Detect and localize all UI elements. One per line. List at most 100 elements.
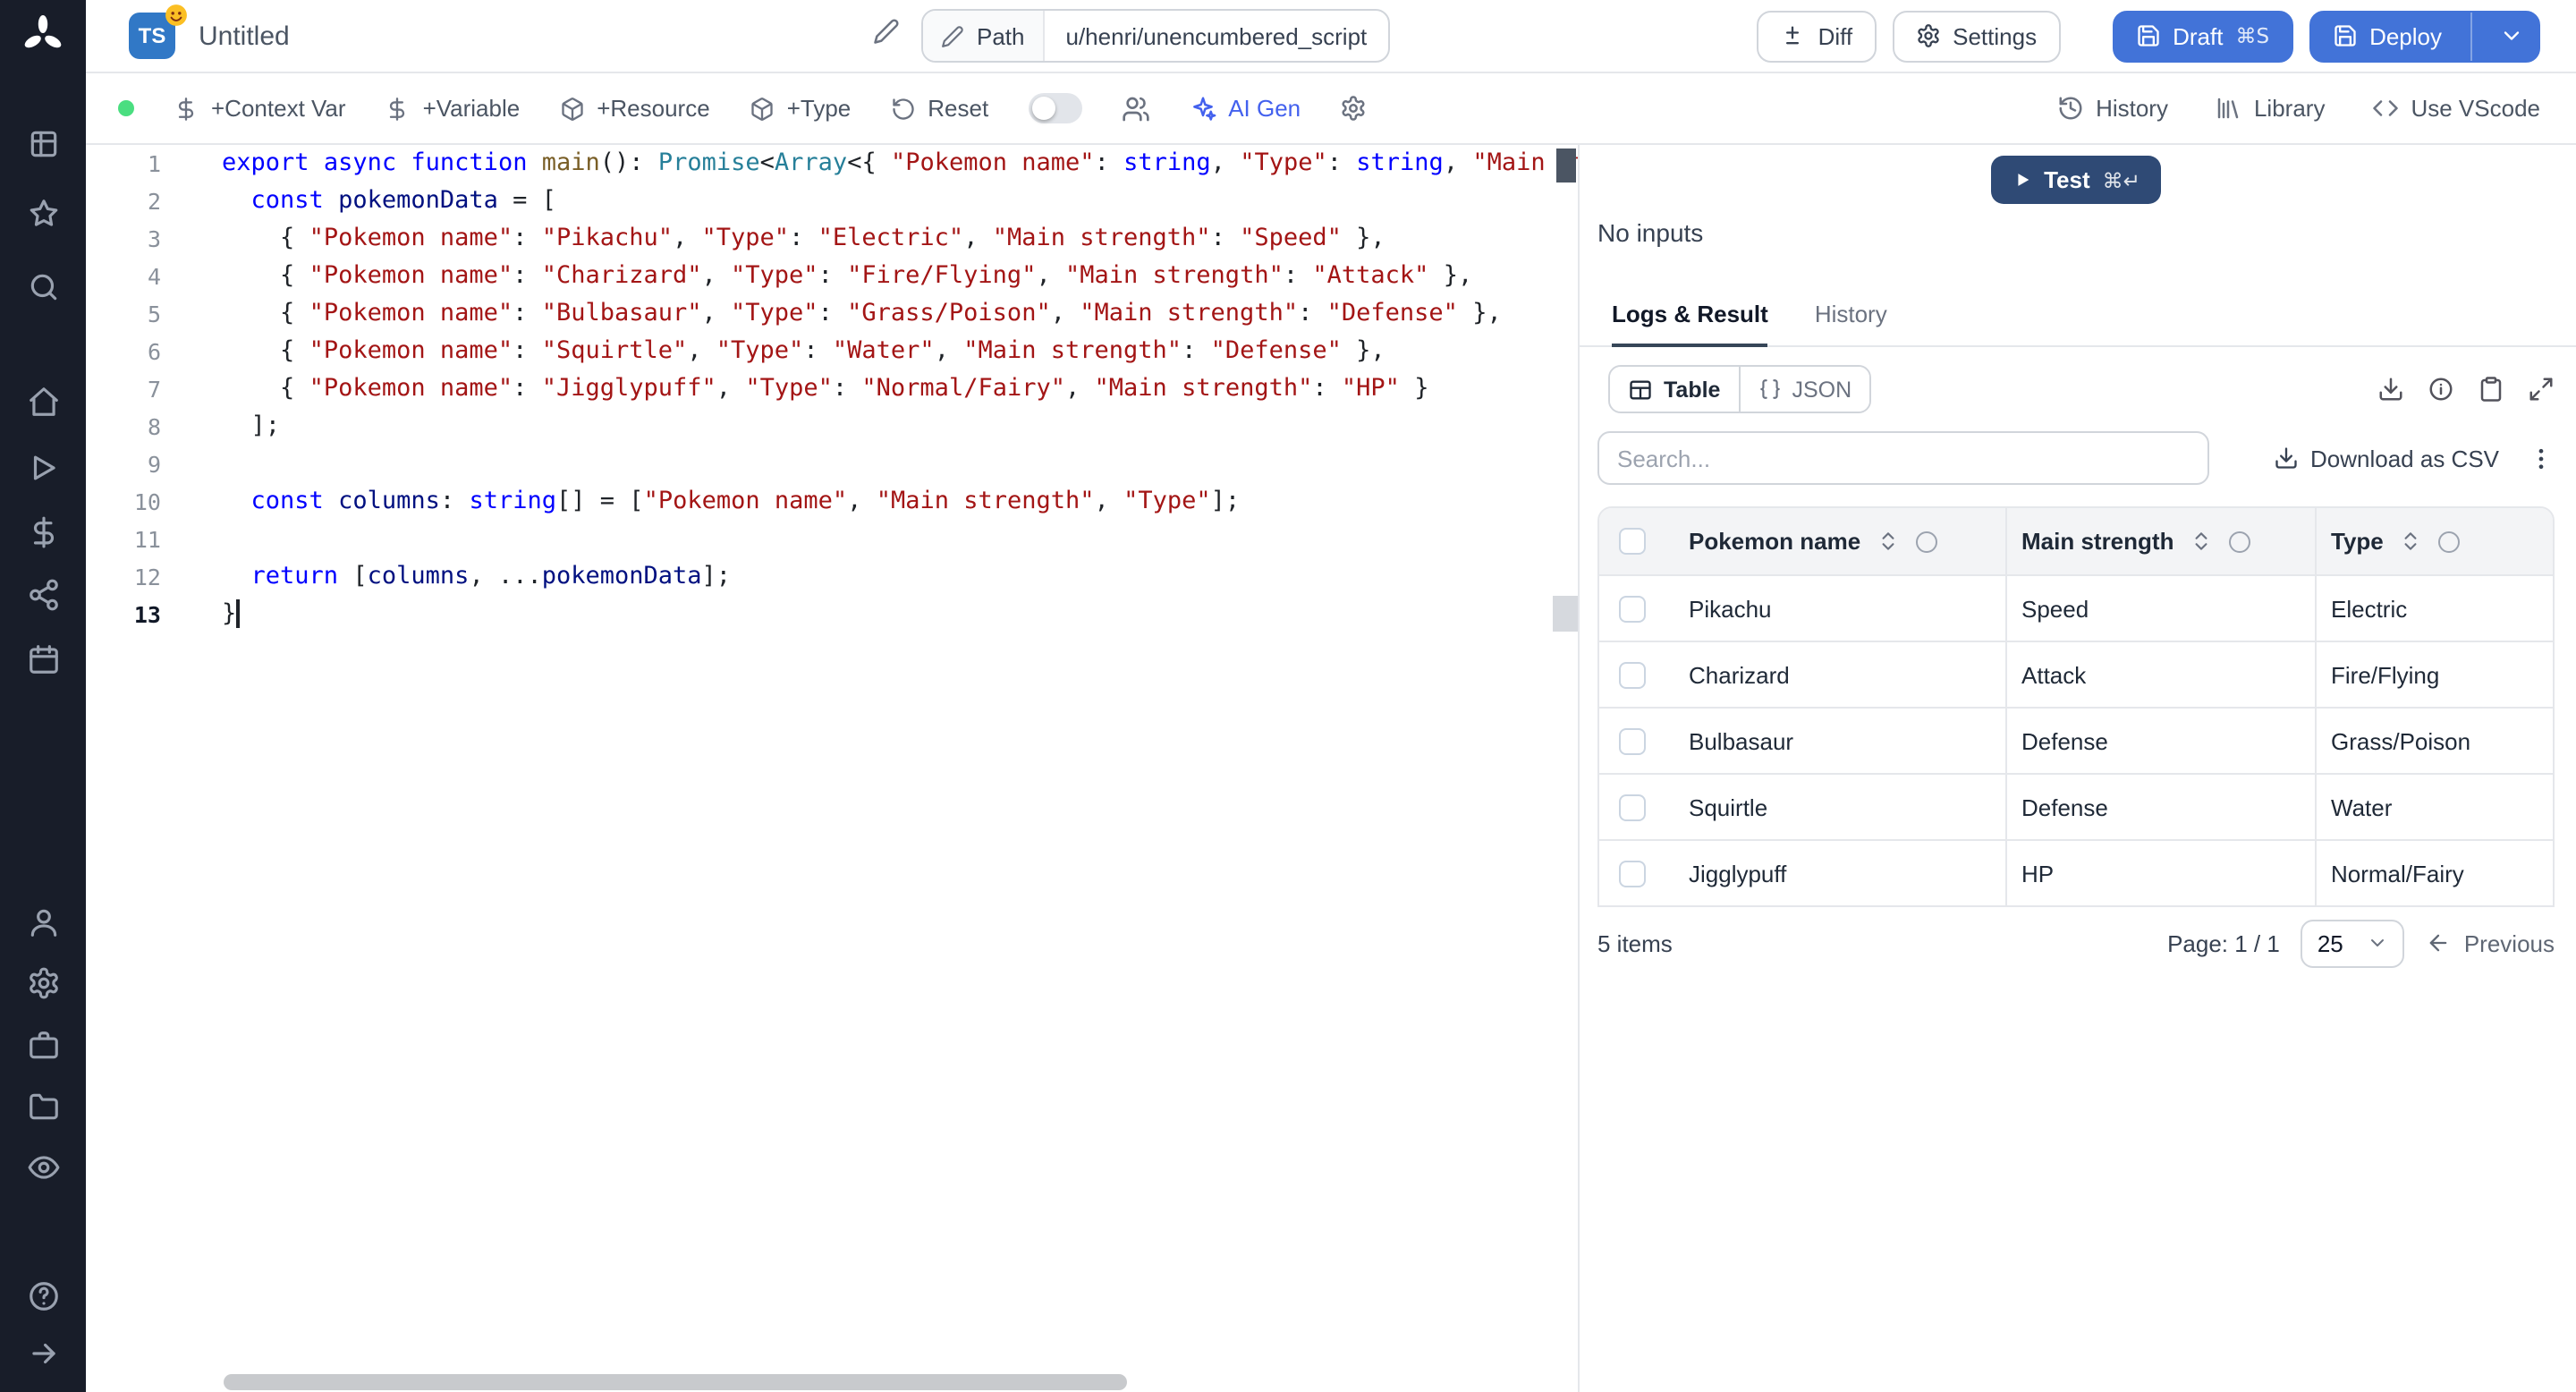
code-line[interactable]: 4 { "Pokemon name": "Charizard", "Type":… bbox=[86, 258, 1578, 295]
line-number[interactable]: 2 bbox=[86, 182, 168, 220]
sidebar-item-search[interactable] bbox=[25, 268, 61, 304]
table-row[interactable]: Squirtle Defense Water bbox=[1599, 773, 2553, 839]
expand-result-button[interactable] bbox=[2528, 376, 2555, 403]
sidebar-item-audit-logs[interactable] bbox=[25, 1149, 61, 1184]
line-number[interactable]: 9 bbox=[86, 446, 168, 483]
info-button[interactable] bbox=[2428, 376, 2454, 403]
code-line[interactable]: 10 const columns: string[] = ["Pokemon n… bbox=[86, 483, 1578, 521]
previous-page-button[interactable]: Previous bbox=[2427, 929, 2555, 956]
row-checkbox[interactable] bbox=[1618, 727, 1645, 754]
line-number[interactable]: 10 bbox=[86, 483, 168, 521]
row-checkbox[interactable] bbox=[1618, 860, 1645, 887]
sidebar-item-runs[interactable] bbox=[25, 449, 61, 485]
code-line[interactable]: 11 bbox=[86, 521, 1578, 558]
sort-icon[interactable] bbox=[2400, 530, 2423, 553]
sidebar-expand-button[interactable] bbox=[25, 1335, 61, 1371]
code-line[interactable]: 12 return [columns, ...pokemonData]; bbox=[86, 558, 1578, 596]
more-options-button[interactable] bbox=[2528, 445, 2555, 471]
line-number[interactable]: 8 bbox=[86, 408, 168, 446]
edit-summary-button[interactable] bbox=[873, 18, 900, 54]
code-line[interactable]: 6 { "Pokemon name": "Squirtle", "Type": … bbox=[86, 333, 1578, 370]
column-header-pokemon-name[interactable]: Pokemon name bbox=[1664, 508, 2005, 574]
code-line[interactable]: 13} bbox=[86, 596, 1578, 633]
deploy-button[interactable]: Deploy bbox=[2309, 10, 2540, 62]
script-path[interactable]: u/henri/unencumbered_script bbox=[1045, 22, 1389, 49]
download-result-button[interactable] bbox=[2377, 376, 2404, 403]
status-dot bbox=[118, 100, 134, 116]
add-variable-button[interactable]: +Variable bbox=[386, 95, 520, 122]
sort-icon[interactable] bbox=[2190, 530, 2213, 553]
editor-vertical-scrollbar[interactable] bbox=[1553, 596, 1578, 632]
sidebar-item-workers[interactable] bbox=[25, 1027, 61, 1063]
ai-gen-button[interactable]: AI Gen bbox=[1189, 95, 1301, 122]
sidebar-item-settings[interactable] bbox=[25, 964, 61, 1000]
page-size-select[interactable]: 25 bbox=[2301, 919, 2405, 967]
sidebar-item-account[interactable] bbox=[25, 904, 61, 939]
sidebar-item-home[interactable] bbox=[25, 383, 61, 419]
add-type-button[interactable]: +Type bbox=[750, 95, 851, 122]
row-checkbox[interactable] bbox=[1618, 595, 1645, 622]
copy-result-button[interactable] bbox=[2478, 376, 2504, 403]
select-all-checkbox[interactable] bbox=[1618, 528, 1645, 555]
column-toggle-circle[interactable] bbox=[1916, 530, 1938, 552]
test-button[interactable]: Test ⌘↵ bbox=[1990, 156, 2162, 204]
code-line[interactable]: 5 { "Pokemon name": "Bulbasaur", "Type":… bbox=[86, 295, 1578, 333]
ai-settings-button[interactable] bbox=[1340, 95, 1367, 122]
line-number[interactable]: 5 bbox=[86, 295, 168, 333]
sidebar-item-help[interactable] bbox=[25, 1277, 61, 1313]
line-number[interactable]: 3 bbox=[86, 220, 168, 258]
code-line[interactable]: 7 { "Pokemon name": "Jigglypuff", "Type"… bbox=[86, 370, 1578, 408]
sidebar-item-apps[interactable] bbox=[25, 125, 61, 161]
add-context-var-button[interactable]: +Context Var bbox=[174, 95, 346, 122]
windmill-logo[interactable] bbox=[21, 14, 64, 57]
path-edit-button[interactable]: Path bbox=[923, 11, 1045, 61]
table-view-button[interactable]: Table bbox=[1610, 367, 1739, 412]
row-checkbox[interactable] bbox=[1618, 661, 1645, 688]
line-number[interactable]: 6 bbox=[86, 333, 168, 370]
code-line[interactable]: 2 const pokemonData = [ bbox=[86, 182, 1578, 220]
table-row[interactable]: Bulbasaur Defense Grass/Poison bbox=[1599, 707, 2553, 773]
editor-horizontal-scrollbar[interactable] bbox=[224, 1374, 1127, 1390]
download-csv-button[interactable]: Download as CSV bbox=[2273, 445, 2499, 471]
sidebar-item-schedules[interactable] bbox=[25, 641, 61, 676]
table-row[interactable]: Charizard Attack Fire/Flying bbox=[1599, 641, 2553, 707]
diff-button[interactable]: Diff bbox=[1757, 10, 1877, 62]
line-number[interactable]: 1 bbox=[86, 145, 168, 182]
line-number[interactable]: 7 bbox=[86, 370, 168, 408]
sidebar-item-favorites[interactable] bbox=[25, 195, 61, 231]
history-button[interactable]: History bbox=[2056, 95, 2168, 122]
column-toggle-circle[interactable] bbox=[2229, 530, 2251, 552]
draft-button[interactable]: Draft ⌘S bbox=[2112, 10, 2293, 62]
settings-button[interactable]: Settings bbox=[1892, 10, 2061, 62]
column-toggle-circle[interactable] bbox=[2438, 530, 2461, 552]
code-editor[interactable]: 1 export async function main(): Promise<A… bbox=[86, 145, 1578, 1392]
library-button[interactable]: Library bbox=[2215, 95, 2325, 122]
table-row[interactable]: Pikachu Speed Electric bbox=[1599, 574, 2553, 641]
add-resource-button[interactable]: +Resource bbox=[559, 95, 710, 122]
line-number[interactable]: 11 bbox=[86, 521, 168, 558]
multiplayer-toggle[interactable] bbox=[1028, 93, 1082, 123]
sidebar-item-folders[interactable] bbox=[25, 1088, 61, 1124]
tab-history[interactable]: History bbox=[1815, 301, 1887, 345]
sidebar-item-resources[interactable] bbox=[25, 576, 61, 612]
tab-logs-result[interactable]: Logs & Result bbox=[1612, 301, 1768, 347]
code-line[interactable]: 1 export async function main(): Promise<A… bbox=[86, 145, 1578, 182]
code-line[interactable]: 8 ]; bbox=[86, 408, 1578, 446]
code-line[interactable]: 3 { "Pokemon name": "Pikachu", "Type": "… bbox=[86, 220, 1578, 258]
multiplayer-users-icon[interactable] bbox=[1121, 94, 1149, 123]
json-view-button[interactable]: JSON bbox=[1738, 367, 1870, 412]
line-number[interactable]: 12 bbox=[86, 558, 168, 596]
search-input[interactable] bbox=[1597, 431, 2209, 485]
use-vscode-button[interactable]: Use VScode bbox=[2371, 95, 2540, 122]
column-header-type[interactable]: Type bbox=[2315, 508, 2553, 574]
code-line[interactable]: 9 bbox=[86, 446, 1578, 483]
column-header-main-strength[interactable]: Main strength bbox=[2005, 508, 2315, 574]
line-number[interactable]: 4 bbox=[86, 258, 168, 295]
row-checkbox[interactable] bbox=[1618, 794, 1645, 820]
deploy-dropdown-button[interactable] bbox=[2485, 23, 2538, 48]
sort-icon[interactable] bbox=[1877, 530, 1900, 553]
sidebar-item-variables[interactable] bbox=[25, 514, 61, 549]
table-row[interactable]: Jigglypuff HP Normal/Fairy bbox=[1599, 839, 2553, 905]
line-number[interactable]: 13 bbox=[86, 596, 168, 633]
reset-button[interactable]: Reset bbox=[890, 95, 988, 122]
